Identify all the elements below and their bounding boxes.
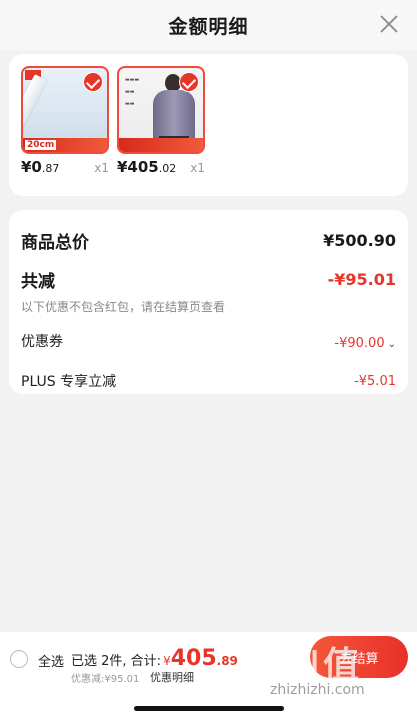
product-item[interactable]: 20cm ¥0.87 x1 [21,66,109,196]
select-all-radio[interactable] [10,650,28,668]
product-price-row: ¥0.87 x1 [21,158,109,176]
coupon-value-group[interactable]: -¥90.00 ⌄ [334,332,396,351]
select-all-label[interactable]: 全选 [38,651,64,670]
total-price-row: 商品总价 ¥500.90 [21,210,396,253]
product-item[interactable]: ▬▬▬ ▬▬ ▬▬ ¥405.02 x1 [117,66,205,196]
selected-count-text: 已选 2件, 合计: [71,654,162,669]
sum-integer: 405 [170,646,217,671]
selected-summary: 已选 2件, 合计: ¥ 405 .89 [71,648,238,670]
product-price: ¥405.02 [117,158,177,176]
product-thumbnail[interactable]: ▬▬▬ ▬▬ ▬▬ [117,66,205,154]
product-price-row: ¥405.02 x1 [117,158,205,176]
product-thumbnail[interactable]: 20cm [21,66,109,154]
plus-discount-label: PLUS 专享立减 [21,374,117,390]
header: 金额明细 [0,0,417,50]
sum-decimal: .89 [216,654,238,668]
coupon-label: 优惠券 [21,334,63,350]
total-discount-label: 共减 [21,272,55,292]
product-quantity: x1 [190,161,205,175]
thumbnail-caption-bar [119,138,203,152]
sum-currency: ¥ [163,654,171,668]
total-discount-row: 共减 -¥95.01 [21,253,396,292]
thumbnail-caption-bar: 20cm [23,138,107,152]
home-indicator [134,706,284,711]
discount-detail-link[interactable]: 优惠明细 [150,669,194,685]
discount-note: 以下优惠不包含红包，请在结算页查看 [21,300,226,314]
spec-mark: ▬▬▬ [125,77,140,83]
spec-mark: ▬▬ [125,101,135,107]
coupon-row[interactable]: 优惠券 -¥90.00 ⌄ [21,315,396,351]
discount-amount: 优惠减:¥95.01 [71,674,140,685]
coupon-value: -¥90.00 [334,335,385,351]
chevron-down-icon[interactable]: ⌄ [388,339,396,350]
product-price: ¥0.87 [21,158,60,176]
selected-check-icon[interactable] [83,72,103,92]
thumbnail-caption: 20cm [25,140,57,150]
plus-discount-row: PLUS 专享立减 -¥5.01 [21,351,396,391]
plus-discount-value: -¥5.01 [354,373,396,389]
total-price-label: 商品总价 [21,233,89,253]
checkout-button[interactable]: 去结算 [310,636,408,678]
close-icon[interactable] [377,12,401,36]
selected-check-icon[interactable] [179,72,199,92]
page-title: 金额明细 [168,15,249,38]
product-quantity: x1 [94,161,109,175]
spec-mark: ▬▬ [125,89,135,95]
product-list: 20cm ¥0.87 x1 ▬▬▬ ▬▬ ▬▬ ¥405.02 x1 [9,54,408,196]
total-discount-value: -¥95.01 [327,270,396,289]
price-summary: 商品总价 ¥500.90 共减 -¥95.01 以下优惠不包含红包，请在结算页查… [9,210,408,394]
total-price-value: ¥500.90 [323,231,396,250]
